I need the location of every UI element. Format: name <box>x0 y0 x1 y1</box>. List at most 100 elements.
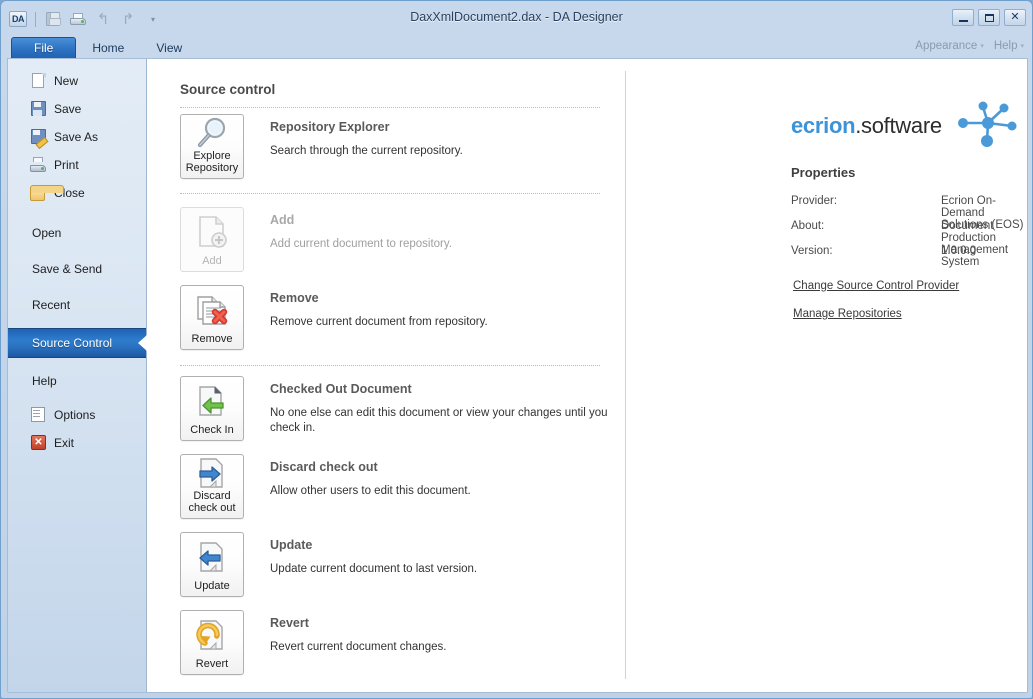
logo-text-primary: ecrion <box>791 113 856 138</box>
command-title: Update <box>270 538 313 552</box>
sidebar-item-save-and-send[interactable]: Save & Send <box>8 255 146 283</box>
backstage-view: New Save Save As Print Close Open Save &… <box>7 58 1028 693</box>
chevron-down-icon: ▾ <box>980 43 984 50</box>
page-title: Source control <box>180 82 276 97</box>
command-title: Remove <box>270 291 319 305</box>
separator <box>180 107 600 108</box>
link-manage-repositories[interactable]: Manage Repositories <box>793 308 902 320</box>
properties-heading: Properties <box>791 165 856 180</box>
property-label-version: Version: <box>791 245 833 257</box>
command-row-repository-explorer: Explore Repository Repository Explorer S… <box>180 114 620 179</box>
window-title: DaxXmlDocument2.dax - DA Designer <box>410 10 623 24</box>
network-nodes-icon <box>957 101 1017 147</box>
add-button[interactable]: Add <box>180 207 244 272</box>
sidebar-item-recent[interactable]: Recent <box>8 291 146 319</box>
tab-view-label: View <box>156 41 183 55</box>
command-description: Search through the current repository. <box>270 145 463 157</box>
help-menu[interactable]: Help ▾ <box>994 40 1024 52</box>
separator <box>180 365 600 366</box>
link-change-source-control-provider[interactable]: Change Source Control Provider <box>793 280 959 292</box>
print-icon <box>30 157 46 173</box>
sidebar-item-label: Exit <box>54 436 75 450</box>
info-panel: ecrion.software Properties Provider: Ecr… <box>626 59 1027 692</box>
documents-delete-icon <box>181 286 243 333</box>
sidebar-item-help[interactable]: Help <box>8 367 146 395</box>
sidebar-item-save[interactable]: Save <box>8 95 146 123</box>
command-title: Repository Explorer <box>270 120 390 134</box>
sidebar-item-label: Open <box>32 226 62 240</box>
tab-view[interactable]: View <box>140 38 198 59</box>
remove-button[interactable]: Remove <box>180 285 244 350</box>
command-row-update: Update Update Update current document to… <box>180 532 620 597</box>
property-label-about: About: <box>791 220 825 232</box>
backstage-sidebar: New Save Save As Print Close Open Save &… <box>8 59 147 692</box>
command-description: Allow other users to edit this document. <box>270 485 471 497</box>
sidebar-item-options[interactable]: Options <box>8 401 146 429</box>
exit-icon: ✕ <box>30 435 46 451</box>
maximize-icon <box>984 13 994 22</box>
options-icon <box>30 407 46 423</box>
check-in-button[interactable]: Check In <box>180 376 244 441</box>
tab-file-label: File <box>34 41 54 55</box>
sidebar-item-label: Source Control <box>32 336 113 350</box>
tab-home[interactable]: Home <box>76 38 140 59</box>
document-add-icon <box>181 208 243 255</box>
property-value-version: 1.0.0.0 <box>941 245 977 257</box>
close-icon: ✕ <box>1010 11 1020 23</box>
sidebar-item-label: Save & Send <box>32 262 103 276</box>
button-caption: Check In <box>190 424 234 436</box>
explore-repository-button[interactable]: Explore Repository <box>180 114 244 179</box>
minimize-icon <box>958 19 968 22</box>
command-row-discard-check-out: Discard check out Discard check out Allo… <box>180 454 620 519</box>
help-label: Help <box>993 40 1018 52</box>
ecrion-logo: ecrion.software <box>791 101 1022 147</box>
button-caption: Remove <box>191 333 233 345</box>
button-caption: Explore Repository <box>185 150 239 174</box>
document-revert-icon <box>181 611 243 658</box>
property-label-provider: Provider: <box>791 195 838 207</box>
ribbon-right-menu: Appearance ▾ Help ▾ <box>915 40 1024 52</box>
discard-check-out-button[interactable]: Discard check out <box>180 454 244 519</box>
sidebar-item-label: Print <box>54 158 79 172</box>
command-description: Add current document to repository. <box>270 238 452 250</box>
tab-file[interactable]: File <box>11 37 77 59</box>
backstage-content: Source control Explore Repository Reposi… <box>147 59 1027 692</box>
logo-text-secondary: .software <box>855 113 942 138</box>
ribbon-tabs: File Home View <box>11 37 198 59</box>
sidebar-item-label: Help <box>32 374 57 388</box>
document-check-in-icon <box>181 377 243 424</box>
chevron-down-icon: ▾ <box>1020 43 1024 50</box>
sidebar-item-new[interactable]: New <box>8 67 146 95</box>
command-description: Remove current document from repository. <box>270 316 488 328</box>
command-row-revert: Revert Revert Revert current document ch… <box>180 610 620 675</box>
button-caption: Add <box>202 255 222 267</box>
revert-button[interactable]: Revert <box>180 610 244 675</box>
save-as-icon <box>30 129 46 145</box>
command-row-remove: Remove Remove Remove current document fr… <box>180 285 620 350</box>
close-button[interactable]: ✕ <box>1004 9 1026 26</box>
document-update-icon <box>181 533 243 580</box>
update-button[interactable]: Update <box>180 532 244 597</box>
property-value-about: Document Production Management System <box>941 220 1009 268</box>
sidebar-item-open[interactable]: Open <box>8 219 146 247</box>
new-document-icon <box>30 73 46 89</box>
button-caption: Update <box>194 580 230 592</box>
sidebar-item-save-as[interactable]: Save As <box>8 123 146 151</box>
sidebar-item-source-control[interactable]: Source Control <box>8 328 147 358</box>
sidebar-item-print[interactable]: Print <box>8 151 146 179</box>
sidebar-item-label: Save <box>54 102 82 116</box>
sidebar-item-exit[interactable]: ✕ Exit <box>8 429 146 457</box>
minimize-button[interactable] <box>952 9 974 26</box>
command-row-add: Add Add Add current document to reposito… <box>180 207 620 272</box>
save-icon <box>30 101 46 117</box>
command-row-check-in: Check In Checked Out Document No one els… <box>180 376 620 441</box>
sidebar-item-label: Save As <box>54 130 99 144</box>
maximize-button[interactable] <box>978 9 1000 26</box>
appearance-menu[interactable]: Appearance ▾ <box>915 40 984 52</box>
sidebar-item-close[interactable]: Close <box>8 179 146 207</box>
command-description: Revert current document changes. <box>270 641 447 653</box>
command-title: Add <box>270 213 295 227</box>
close-folder-icon <box>30 185 64 201</box>
appearance-label: Appearance <box>915 40 978 52</box>
command-title: Discard check out <box>270 460 378 474</box>
